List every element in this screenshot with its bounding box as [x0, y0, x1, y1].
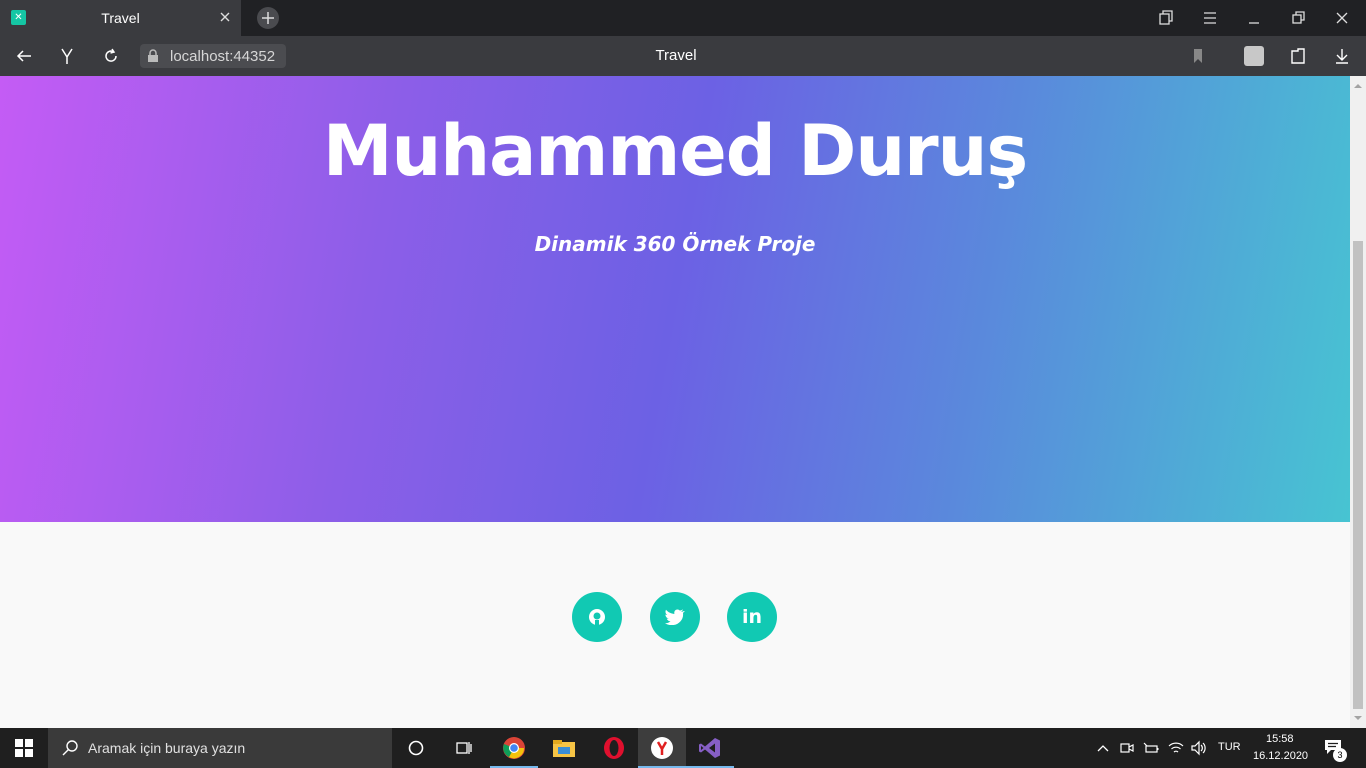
bookmark-icon[interactable]	[1188, 46, 1208, 66]
page-title: Muhammed Duruş	[322, 110, 1028, 192]
battery-icon[interactable]	[1143, 741, 1159, 755]
task-view-button[interactable]	[440, 728, 488, 768]
profile-avatar[interactable]	[1244, 46, 1264, 66]
language-indicator[interactable]: TUR	[1218, 741, 1241, 753]
hero-section: Muhammed Duruş Dinamik 360 Örnek Proje	[0, 76, 1350, 522]
restore-icon[interactable]	[1288, 8, 1308, 28]
menu-icon[interactable]	[1200, 8, 1220, 28]
taskbar-search[interactable]: Aramak için buraya yazın	[48, 728, 392, 768]
file-explorer-button[interactable]	[540, 728, 588, 768]
windows-logo-icon	[15, 739, 33, 757]
scroll-up-icon[interactable]	[1354, 82, 1362, 90]
close-tab-icon[interactable]	[217, 9, 233, 25]
tab-strip: ✕ Travel	[0, 0, 1366, 36]
footer-section: in	[0, 522, 1350, 728]
linkedin-icon: in	[741, 606, 763, 628]
scroll-down-icon[interactable]	[1354, 714, 1362, 722]
github-button[interactable]	[572, 592, 622, 642]
twitter-button[interactable]	[650, 592, 700, 642]
plus-icon	[262, 12, 274, 24]
wifi-icon[interactable]	[1168, 740, 1184, 756]
cortana-button[interactable]	[392, 728, 440, 768]
cortana-icon	[408, 740, 424, 756]
notification-count-badge: 3	[1333, 748, 1347, 762]
page-viewport: Muhammed Duruş Dinamik 360 Örnek Proje i…	[0, 76, 1350, 728]
yandex-browser-button[interactable]	[638, 728, 686, 768]
address-bar: localhost:44352 Travel	[0, 36, 1366, 76]
download-icon[interactable]	[1332, 46, 1352, 66]
task-view-icon	[456, 742, 472, 754]
minimize-icon[interactable]	[1244, 8, 1264, 28]
tabs-icon[interactable]	[1156, 8, 1176, 28]
meet-now-icon[interactable]	[1120, 741, 1134, 755]
file-explorer-icon	[553, 740, 575, 757]
opera-button[interactable]	[590, 728, 638, 768]
yandex-icon	[651, 737, 673, 759]
window-title: Travel	[655, 47, 697, 64]
twitter-icon	[665, 609, 685, 625]
close-window-icon[interactable]	[1332, 8, 1352, 28]
show-hidden-icons-icon[interactable]	[1096, 742, 1110, 754]
visual-studio-button[interactable]	[686, 728, 734, 768]
github-icon	[589, 609, 605, 625]
opera-icon	[604, 737, 624, 759]
search-icon	[62, 740, 78, 756]
linkedin-button[interactable]: in	[727, 592, 777, 642]
chrome-icon	[503, 737, 525, 759]
clock-time[interactable]: 15:58	[1266, 733, 1294, 745]
extensions-icon[interactable]	[1288, 46, 1308, 66]
search-placeholder: Aramak için buraya yazın	[88, 740, 246, 756]
browser-tab[interactable]: ✕ Travel	[0, 0, 241, 36]
clock-date[interactable]: 16.12.2020	[1253, 750, 1308, 762]
volume-icon[interactable]	[1190, 740, 1208, 756]
page-subtitle: Dinamik 360 Örnek Proje	[534, 232, 816, 256]
scroll-thumb[interactable]	[1353, 241, 1363, 709]
tab-title: Travel	[101, 10, 140, 26]
visual-studio-icon	[699, 738, 720, 758]
taskbar: Aramak için buraya yazın TUR 15:58 16.12…	[0, 728, 1366, 768]
new-tab-button[interactable]	[257, 7, 279, 29]
chrome-button[interactable]	[490, 728, 538, 768]
page-scrollbar[interactable]	[1350, 76, 1366, 728]
start-button[interactable]	[0, 728, 48, 768]
